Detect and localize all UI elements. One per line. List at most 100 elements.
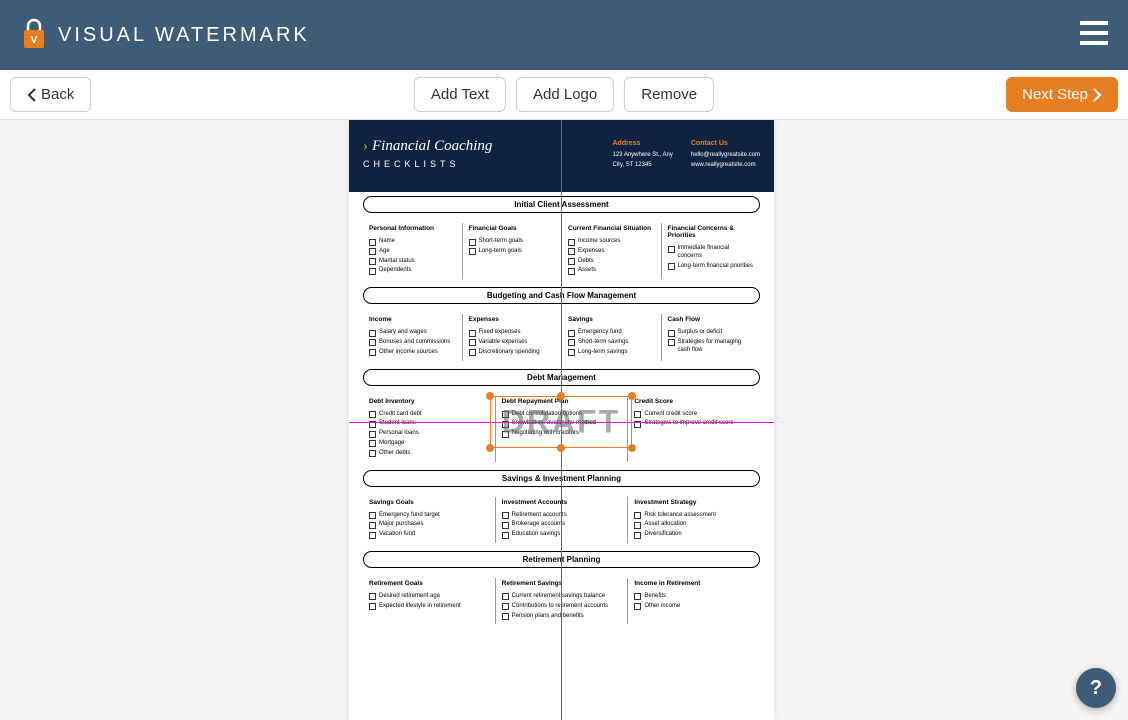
back-button[interactable]: Back [10, 77, 91, 112]
section-col: ExpensesFixed expensesVariable expensesD… [463, 314, 563, 360]
resize-handle-tl[interactable] [486, 392, 494, 400]
checklist-item: Bonuses and commissions [369, 339, 456, 347]
checklist-item: Diversification [634, 531, 754, 539]
checklist-item: Personal loans [369, 430, 489, 438]
section-col: SavingsEmergency fundShort-term savingsL… [562, 314, 662, 360]
section-col: Savings GoalsEmergency fund targetMajor … [363, 497, 496, 543]
section-col: Personal InformationNameAgeMarital statu… [363, 223, 463, 279]
add-text-button[interactable]: Add Text [414, 77, 506, 112]
section-header: Budgeting and Cash Flow Management [363, 287, 760, 304]
canvas[interactable]: ›Financial Coaching CHECKLISTS Address12… [0, 120, 1128, 720]
checklist-item: Strategies to improve credit score [634, 420, 754, 428]
checklist-item: Vacation fund [369, 531, 489, 539]
checklist-item: Brokerage accounts [502, 521, 622, 529]
checklist-item: Fixed expenses [469, 329, 556, 337]
checklist-item: Long-term goals [469, 248, 556, 256]
col-title: Expenses [469, 316, 556, 323]
checklist-item: Marital status [369, 258, 456, 266]
col-title: Income [369, 316, 456, 323]
checklist-item: Asset allocation [634, 521, 754, 529]
section-header: Debt Management [363, 369, 760, 386]
checklist-item: Assets [568, 267, 655, 275]
hamburger-icon [1080, 21, 1108, 45]
section: Personal InformationNameAgeMarital statu… [349, 217, 774, 283]
checklist-item: Strategies for managing cash flow [668, 339, 755, 355]
checklist-item: Other debts [369, 450, 489, 458]
section-col: Financial GoalsShort-term goalsLong-term… [463, 223, 563, 279]
chevron-right-icon [1092, 88, 1102, 102]
section-col: Financial Concerns & Priorities Immediate… [662, 223, 761, 279]
checklist-item: Credit card debt [369, 411, 489, 419]
app-header: V VISUAL WATERMARK [0, 0, 1128, 70]
section-header: Retirement Planning [363, 551, 760, 568]
checklist-item: Mortgage [369, 440, 489, 448]
section-header: Initial Client Assessment [363, 196, 760, 213]
resize-handle-bl[interactable] [486, 444, 494, 452]
section-col: Debt InventoryCredit card debtStudent lo… [363, 396, 496, 462]
next-step-label: Next Step [1022, 86, 1088, 103]
resize-handle-br[interactable] [628, 444, 636, 452]
lock-icon: V [20, 18, 48, 52]
checklist-item: Desired retirement age [369, 593, 489, 601]
checklist-item: Income sources [568, 238, 655, 246]
section: IncomeSalary and wagesBonuses and commis… [349, 308, 774, 364]
section-col: Current Financial Situation Income source… [562, 223, 662, 279]
doc-header: ›Financial Coaching CHECKLISTS Address12… [349, 120, 774, 192]
section-col: Investment Strategy Risk tolerance assess… [628, 497, 760, 543]
section-col: Investment AccountsRetirement accountsBr… [496, 497, 629, 543]
checklist-item: Expected lifestyle in retirement [369, 603, 489, 611]
col-title: Financial Concerns & Priorities [668, 225, 755, 239]
logo[interactable]: V VISUAL WATERMARK [20, 18, 310, 52]
chevron-right-icon: › [363, 138, 368, 155]
section-col: Cash FlowSurplus or deficitStrategies fo… [662, 314, 761, 360]
back-label: Back [41, 86, 74, 103]
section-col: Income in RetirementBenefitsOther income [628, 578, 760, 624]
checklist-item: Current retirement savings balance [502, 593, 622, 601]
resize-handle-tr[interactable] [628, 392, 636, 400]
col-title: Retirement Goals [369, 580, 489, 587]
watermark-selection[interactable]: DRAFT [490, 396, 632, 448]
remove-button[interactable]: Remove [624, 77, 714, 112]
checklist-item: Long-term financial priorities [668, 263, 755, 271]
checklist-item: Pension plans and benefits [502, 613, 622, 621]
selection-border [490, 396, 632, 448]
toolbar-center: Add Text Add Logo Remove [414, 77, 714, 112]
col-title: Investment Strategy [634, 499, 754, 506]
section-col: IncomeSalary and wagesBonuses and commis… [363, 314, 463, 360]
doc-contact: Address123 Anywhere St., AnyCity, ST 123… [613, 140, 761, 182]
section-col: Retirement Goals Desired retirement age Ex… [363, 578, 496, 624]
col-title: Retirement Savings [502, 580, 622, 587]
section: Retirement Goals Desired retirement age Ex… [349, 572, 774, 628]
checklist-item: Risk tolerance assessment [634, 512, 754, 520]
checklist-item: Emergency fund [568, 329, 655, 337]
next-step-button[interactable]: Next Step [1006, 77, 1118, 112]
checklist-item: Age [369, 248, 456, 256]
col-title: Current Financial Situation [568, 225, 655, 232]
resize-handle-tc[interactable] [557, 392, 565, 400]
section: Savings GoalsEmergency fund targetMajor … [349, 491, 774, 547]
col-title: Investment Accounts [502, 499, 622, 506]
col-title: Financial Goals [469, 225, 556, 232]
add-logo-button[interactable]: Add Logo [516, 77, 614, 112]
section-col: Credit ScoreCurrent credit scoreStrategi… [628, 396, 760, 462]
checklist-item: Major purchases [369, 521, 489, 529]
menu-button[interactable] [1080, 21, 1108, 50]
checklist-item: Education savings [502, 531, 622, 539]
doc-title: ›Financial Coaching [363, 138, 613, 155]
checklist-item: Variable expenses [469, 339, 556, 347]
checklist-item: Dependents [369, 267, 456, 275]
resize-handle-bc[interactable] [557, 444, 565, 452]
checklist-item: Short-term savings [568, 339, 655, 347]
section-col: Retirement Savings Current retirement sav… [496, 578, 629, 624]
help-button[interactable]: ? [1076, 668, 1116, 708]
checklist-item: Long-term savings [568, 349, 655, 357]
toolbar: Back Add Text Add Logo Remove Next Step [0, 70, 1128, 120]
checklist-item: Immediate financial concerns [668, 245, 755, 261]
col-title: Personal Information [369, 225, 456, 232]
checklist-item: Student loans [369, 420, 489, 428]
doc-subtitle: CHECKLISTS [363, 159, 613, 169]
checklist-item: Other income sources [369, 349, 456, 357]
chevron-left-icon [27, 88, 37, 102]
checklist-item: Debts [568, 258, 655, 266]
col-title: Income in Retirement [634, 580, 754, 587]
